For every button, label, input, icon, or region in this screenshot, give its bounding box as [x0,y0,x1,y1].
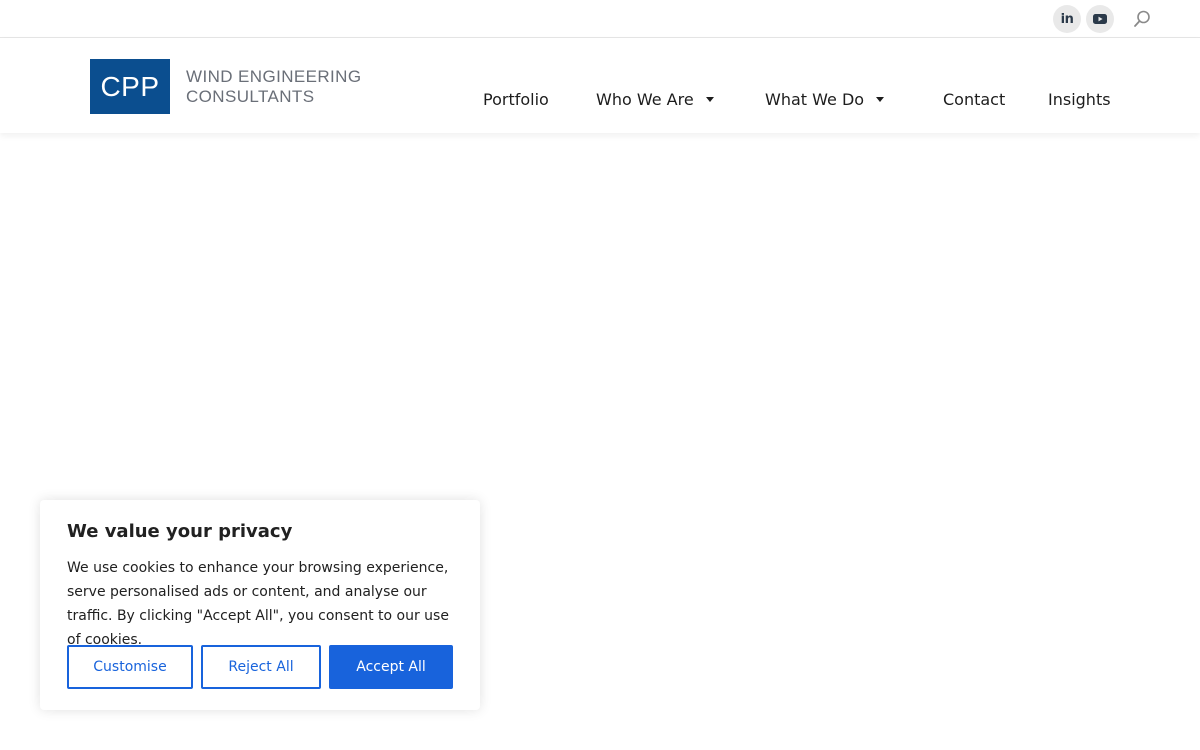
nav-portfolio[interactable]: Portfolio [483,90,549,109]
nav-label: Contact [943,90,1006,109]
caret-down-icon [876,97,885,102]
nav-who-we-are[interactable]: Who We Are [596,90,714,109]
top-utility-bar: in [0,0,1200,38]
logo-wordmark: WIND ENGINEERING CONSULTANTS [186,67,361,107]
linkedin-link[interactable]: in [1053,5,1081,33]
search-button[interactable] [1131,8,1153,30]
reject-all-button[interactable]: Reject All [201,645,321,689]
nav-label: Insights [1048,90,1111,109]
nav-label: What We Do [765,90,865,109]
cookie-description: We use cookies to enhance your browsing … [67,560,449,648]
caret-down-icon [705,97,714,102]
linkedin-icon: in [1060,11,1074,27]
site-logo[interactable]: CPP WIND ENGINEERING CONSULTANTS [90,59,361,114]
youtube-icon [1093,14,1107,24]
logo-mark: CPP [90,59,170,114]
customise-button[interactable]: Customise [67,645,193,689]
youtube-link[interactable] [1086,5,1114,33]
site-header: CPP WIND ENGINEERING CONSULTANTS Portfol… [0,38,1200,133]
nav-insights[interactable]: Insights [1048,90,1111,109]
accept-all-button[interactable]: Accept All [329,645,453,689]
logo-line-2: CONSULTANTS [186,86,315,106]
nav-label: Who We Are [596,90,694,109]
cookie-consent-banner: We value your privacy We use cookies to … [40,500,480,710]
nav-what-we-do[interactable]: What We Do [765,90,885,109]
nav-label: Portfolio [483,90,549,109]
search-icon [1134,10,1150,27]
cookie-title: We value your privacy [67,521,293,542]
logo-line-1: WIND ENGINEERING [186,66,362,86]
nav-contact[interactable]: Contact [943,90,1005,109]
